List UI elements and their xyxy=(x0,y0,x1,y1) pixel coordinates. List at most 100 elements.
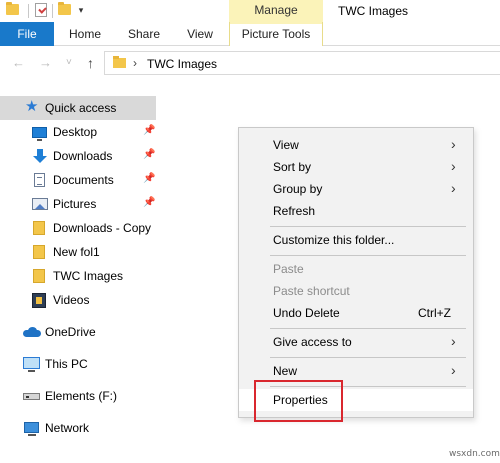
menu-separator xyxy=(270,226,466,227)
qat-separator xyxy=(28,4,29,18)
menu-item-label: View xyxy=(273,138,299,152)
menu-item-label: Give access to xyxy=(273,335,352,349)
menu-item-refresh[interactable]: Refresh xyxy=(239,200,473,222)
sidebar-item-quick-access[interactable]: ★ Quick access xyxy=(0,96,156,120)
sidebar-item-label: TWC Images xyxy=(53,269,124,283)
sidebar-item-label: Documents xyxy=(53,173,114,187)
sidebar-item-label: Network xyxy=(45,421,90,435)
back-arrow-icon[interactable]: ← xyxy=(12,55,25,71)
menu-item-paste-shortcut: Paste shortcut xyxy=(239,280,473,302)
chevron-right-icon: › xyxy=(451,333,456,349)
computer-icon xyxy=(23,357,40,372)
ribbon-tabs: File Home Share View Picture Tools xyxy=(0,22,500,46)
forward-arrow-icon[interactable]: → xyxy=(39,55,52,71)
folder-icon xyxy=(33,269,45,283)
pin-icon: 📌 xyxy=(143,197,156,208)
menu-item-label: Customize this folder... xyxy=(273,233,395,247)
download-icon xyxy=(33,149,47,164)
chevron-down-icon[interactable]: ˅ xyxy=(66,55,72,71)
onedrive-icon xyxy=(23,327,41,337)
pin-icon: 📌 xyxy=(143,125,156,136)
sidebar-item-label: Desktop xyxy=(53,125,98,139)
star-icon: ★ xyxy=(25,98,39,115)
menu-item-label: Undo Delete xyxy=(273,306,340,320)
sidebar-item-desktop[interactable]: Desktop 📌 xyxy=(0,120,156,144)
title-bar: ▾ Manage TWC Images xyxy=(0,0,500,22)
tab-home[interactable]: Home xyxy=(58,22,112,46)
folder-icon xyxy=(33,221,45,235)
menu-item-give-access-to[interactable]: Give access to › xyxy=(239,331,473,353)
watermark: wsxdn.com xyxy=(449,449,500,459)
breadcrumb-separator-icon[interactable]: › xyxy=(133,56,137,70)
context-menu: View › Sort by › Group by › Refresh Cust… xyxy=(238,127,474,418)
sidebar-item-videos[interactable]: Videos xyxy=(0,288,156,312)
tab-picture-tools[interactable]: Picture Tools xyxy=(229,22,323,46)
menu-separator xyxy=(270,328,466,329)
desktop-icon xyxy=(32,127,47,141)
menu-item-label: Refresh xyxy=(273,204,316,218)
menu-item-customize-folder[interactable]: Customize this folder... xyxy=(239,229,473,251)
navigation-pane: ★ Quick access Desktop 📌 Downloads 📌 Doc… xyxy=(0,96,160,463)
menu-item-paste: Paste xyxy=(239,258,473,280)
window-title: TWC Images xyxy=(338,4,409,18)
folder-icon xyxy=(6,2,19,15)
menu-item-new[interactable]: New › xyxy=(239,360,473,382)
menu-item-undo-delete[interactable]: Undo Delete Ctrl+Z xyxy=(239,302,473,324)
folder-icon xyxy=(33,245,45,259)
documents-icon xyxy=(34,173,45,187)
pin-icon: 📌 xyxy=(143,173,156,184)
sidebar-item-label: Downloads - Copy xyxy=(53,221,152,235)
qat-separator xyxy=(52,4,53,18)
address-bar[interactable]: › TWC Images xyxy=(104,51,500,75)
sidebar-item-downloads-copy[interactable]: Downloads - Copy xyxy=(0,216,156,240)
sidebar-item-label: New fol1 xyxy=(53,245,100,259)
drive-icon xyxy=(23,393,40,400)
videos-icon xyxy=(32,293,46,308)
sidebar-item-label: OneDrive xyxy=(45,325,96,339)
sidebar-item-network[interactable]: Network xyxy=(0,416,156,440)
menu-item-label: Paste shortcut xyxy=(273,284,350,298)
manage-contextual-tab[interactable]: Manage xyxy=(229,0,323,22)
sidebar-item-this-pc[interactable]: This PC xyxy=(0,352,156,376)
navigation-bar: ← → ˅ ↑ › TWC Images xyxy=(0,47,500,79)
menu-item-sort-by[interactable]: Sort by › xyxy=(239,156,473,178)
sidebar-item-label: This PC xyxy=(45,357,88,371)
sidebar-item-label: Videos xyxy=(53,293,90,307)
properties-highlight-box xyxy=(254,380,343,422)
chevron-right-icon: › xyxy=(451,362,456,378)
network-icon xyxy=(24,422,39,436)
menu-separator xyxy=(270,255,466,256)
breadcrumb[interactable]: TWC Images xyxy=(147,57,217,71)
tab-file[interactable]: File xyxy=(0,22,54,46)
sidebar-item-label: Downloads xyxy=(53,149,113,163)
pin-icon: 📌 xyxy=(143,149,156,160)
folder-icon xyxy=(113,56,126,68)
new-folder-icon[interactable] xyxy=(58,2,71,15)
sidebar-item-label: Elements (F:) xyxy=(45,389,118,403)
sidebar-item-onedrive[interactable]: OneDrive xyxy=(0,320,156,344)
chevron-right-icon: › xyxy=(451,136,456,152)
chevron-right-icon: › xyxy=(451,158,456,174)
sidebar-item-downloads[interactable]: Downloads 📌 xyxy=(0,144,156,168)
sidebar-item-label: Quick access xyxy=(45,101,117,115)
properties-check-icon[interactable] xyxy=(35,3,47,17)
menu-item-view[interactable]: View › xyxy=(239,134,473,156)
tab-view[interactable]: View xyxy=(176,22,224,46)
up-arrow-icon[interactable]: ↑ xyxy=(87,55,94,71)
sidebar-item-twc-images[interactable]: TWC Images xyxy=(0,264,156,288)
sidebar-item-new-fol1[interactable]: New fol1 xyxy=(0,240,156,264)
sidebar-item-elements-drive[interactable]: Elements (F:) xyxy=(0,384,156,408)
menu-item-label: New xyxy=(273,364,298,378)
sidebar-item-label: Pictures xyxy=(53,197,97,211)
menu-item-label: Sort by xyxy=(273,160,312,174)
qat-dropdown-icon[interactable]: ▾ xyxy=(76,4,86,16)
chevron-right-icon: › xyxy=(451,180,456,196)
sidebar-item-pictures[interactable]: Pictures 📌 xyxy=(0,192,156,216)
menu-separator xyxy=(270,357,466,358)
menu-item-label: Group by xyxy=(273,182,323,196)
menu-item-group-by[interactable]: Group by › xyxy=(239,178,473,200)
tab-share[interactable]: Share xyxy=(117,22,171,46)
menu-item-label: Paste xyxy=(273,262,304,276)
sidebar-item-documents[interactable]: Documents 📌 xyxy=(0,168,156,192)
pictures-icon xyxy=(32,198,48,210)
